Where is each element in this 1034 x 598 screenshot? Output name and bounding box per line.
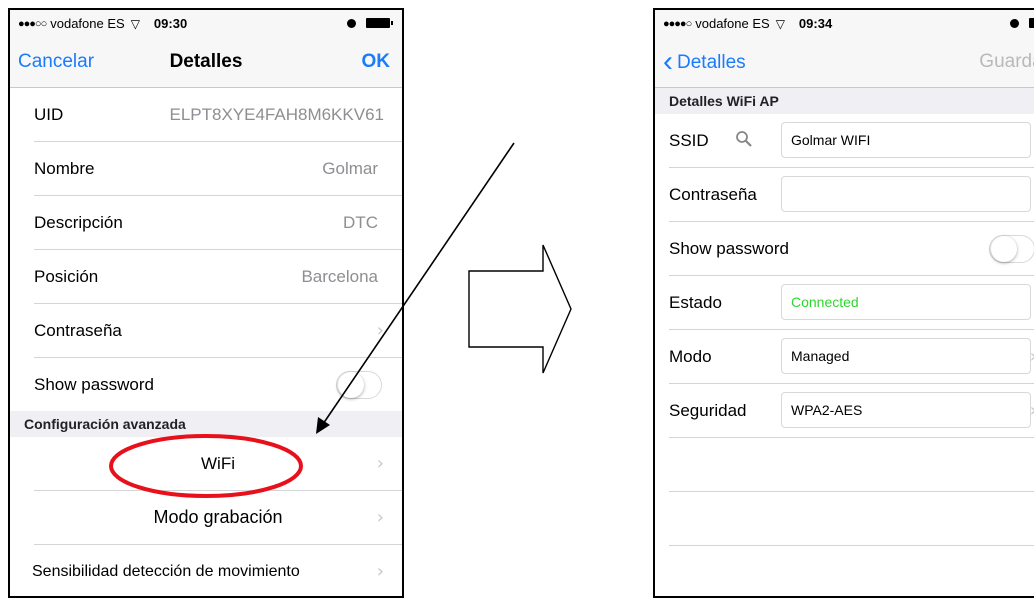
pointer-arrowhead — [316, 417, 330, 434]
highlight-ellipse — [109, 434, 303, 498]
transition-arrow-icon — [468, 244, 572, 374]
